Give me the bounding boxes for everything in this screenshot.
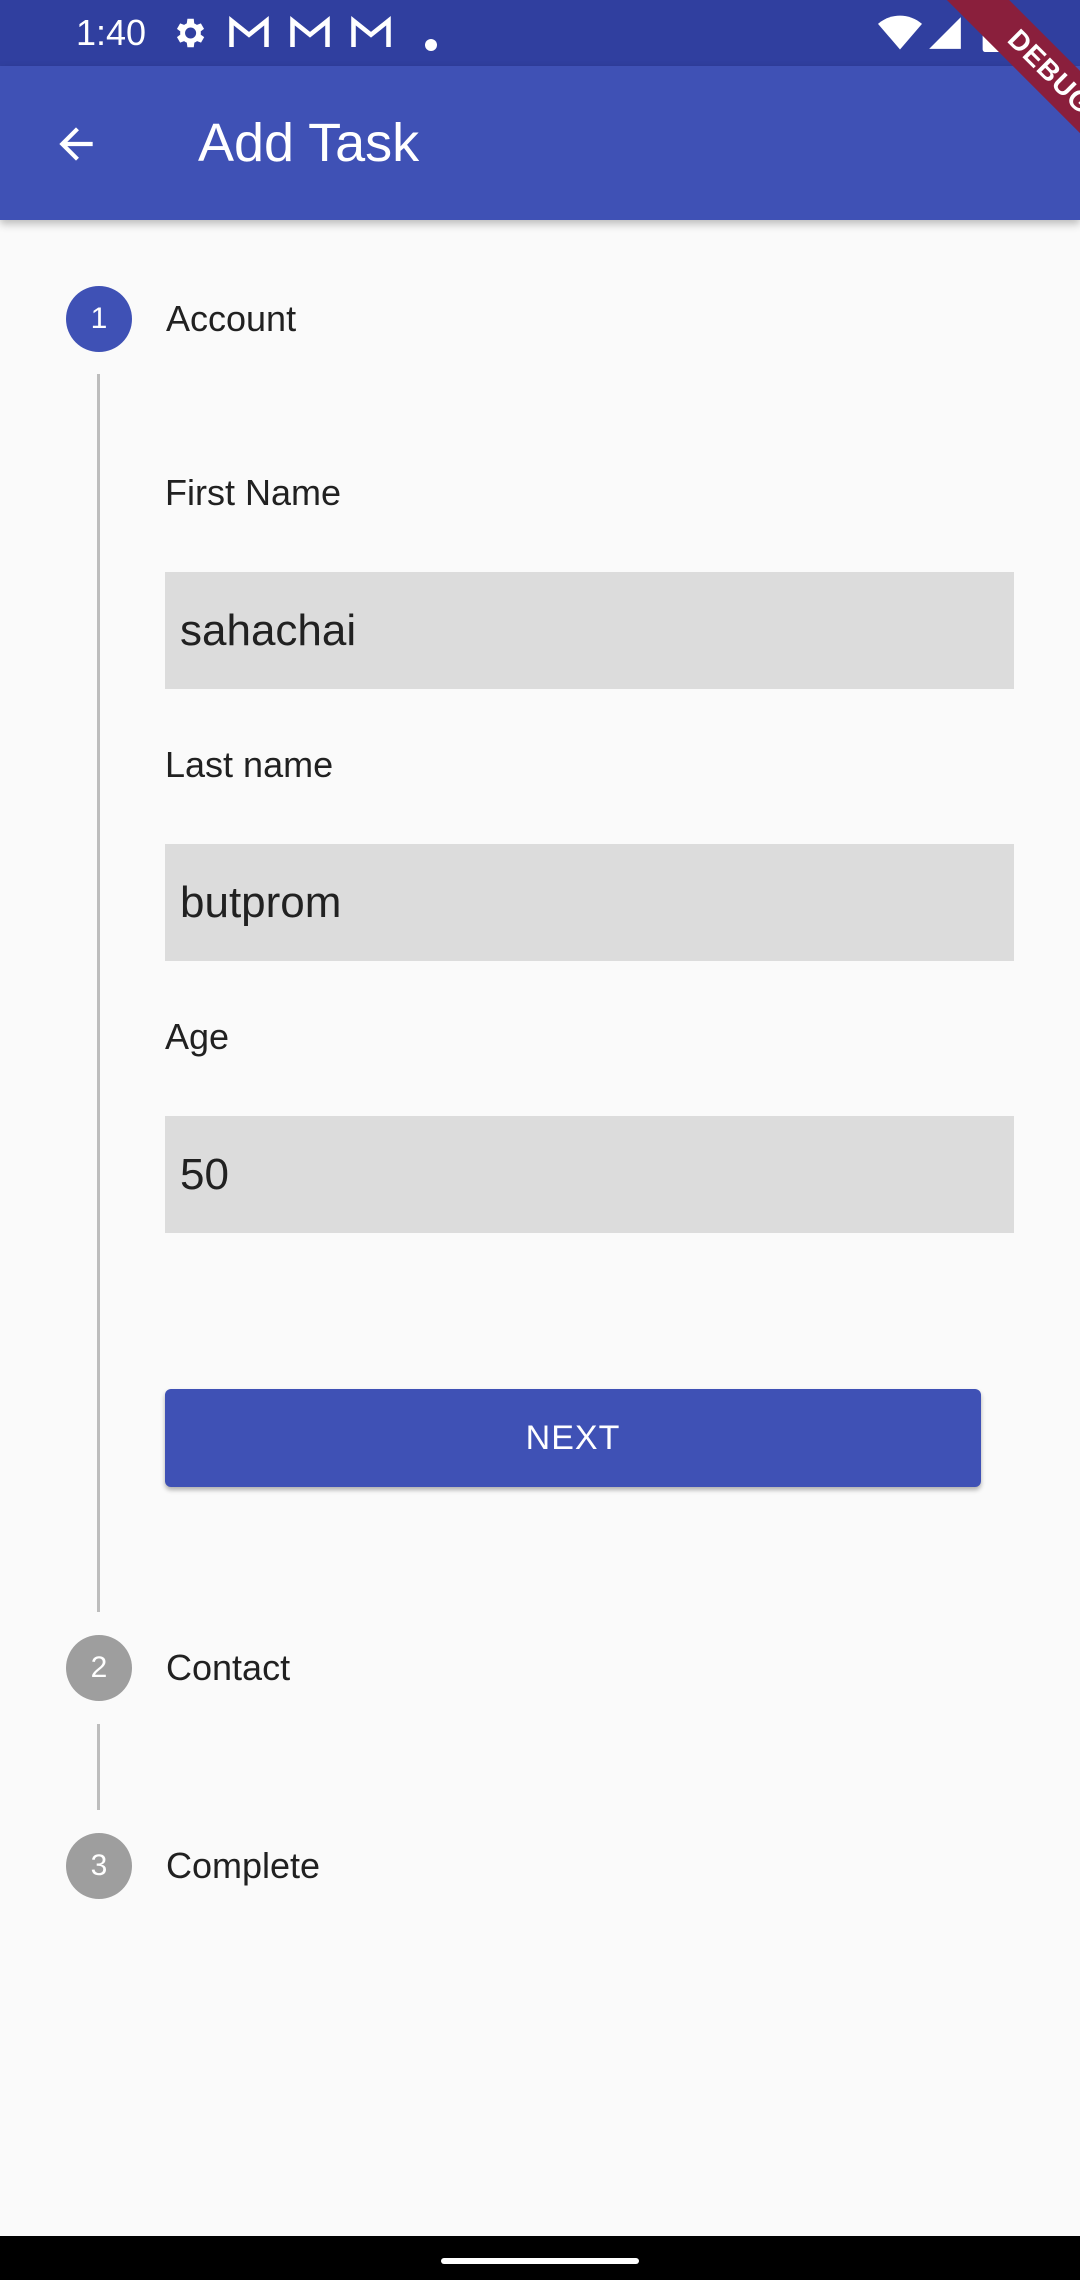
next-button[interactable]: NEXT [165, 1389, 981, 1487]
step-contact[interactable]: 2 Contact [66, 1635, 290, 1701]
first-name-field[interactable] [165, 572, 1014, 689]
step-title: Account [166, 298, 297, 339]
home-gesture-handle[interactable] [441, 2258, 639, 2264]
first-name-label: First Name [165, 472, 342, 513]
status-bar: 1:40 [0, 0, 1080, 66]
dot-icon [425, 39, 437, 51]
step-account[interactable]: 1 Account [66, 286, 296, 352]
status-time: 1:40 [76, 12, 147, 53]
step-connector-line [97, 1724, 100, 1810]
age-field[interactable] [165, 1116, 1014, 1233]
step-complete[interactable]: 3 Complete [66, 1833, 320, 1899]
step-number-badge: 1 [66, 286, 132, 352]
gmail-icon [229, 16, 269, 47]
age-label: Age [165, 1016, 230, 1057]
battery-icon [982, 14, 1004, 52]
last-name-label: Last name [165, 744, 334, 785]
step-connector-line [97, 374, 100, 1612]
last-name-field[interactable] [165, 844, 1014, 961]
app-bar: Add Task [0, 66, 1080, 220]
gmail-icon [351, 16, 391, 47]
step-title: Complete [166, 1845, 321, 1886]
wifi-icon [878, 15, 922, 50]
navigation-bar [0, 2236, 1080, 2280]
page-title: Add Task [198, 113, 420, 173]
screen: 1:40 DEBUG Add Task 1 Account First Name… [0, 0, 1080, 2280]
gear-icon [176, 18, 205, 48]
signal-icon [929, 17, 961, 49]
back-button[interactable] [36, 104, 116, 184]
gmail-icon [290, 16, 330, 47]
arrow-back-icon [59, 127, 93, 161]
step-number-badge: 3 [66, 1833, 132, 1899]
step-title: Contact [166, 1647, 291, 1688]
step-number-badge: 2 [66, 1635, 132, 1701]
